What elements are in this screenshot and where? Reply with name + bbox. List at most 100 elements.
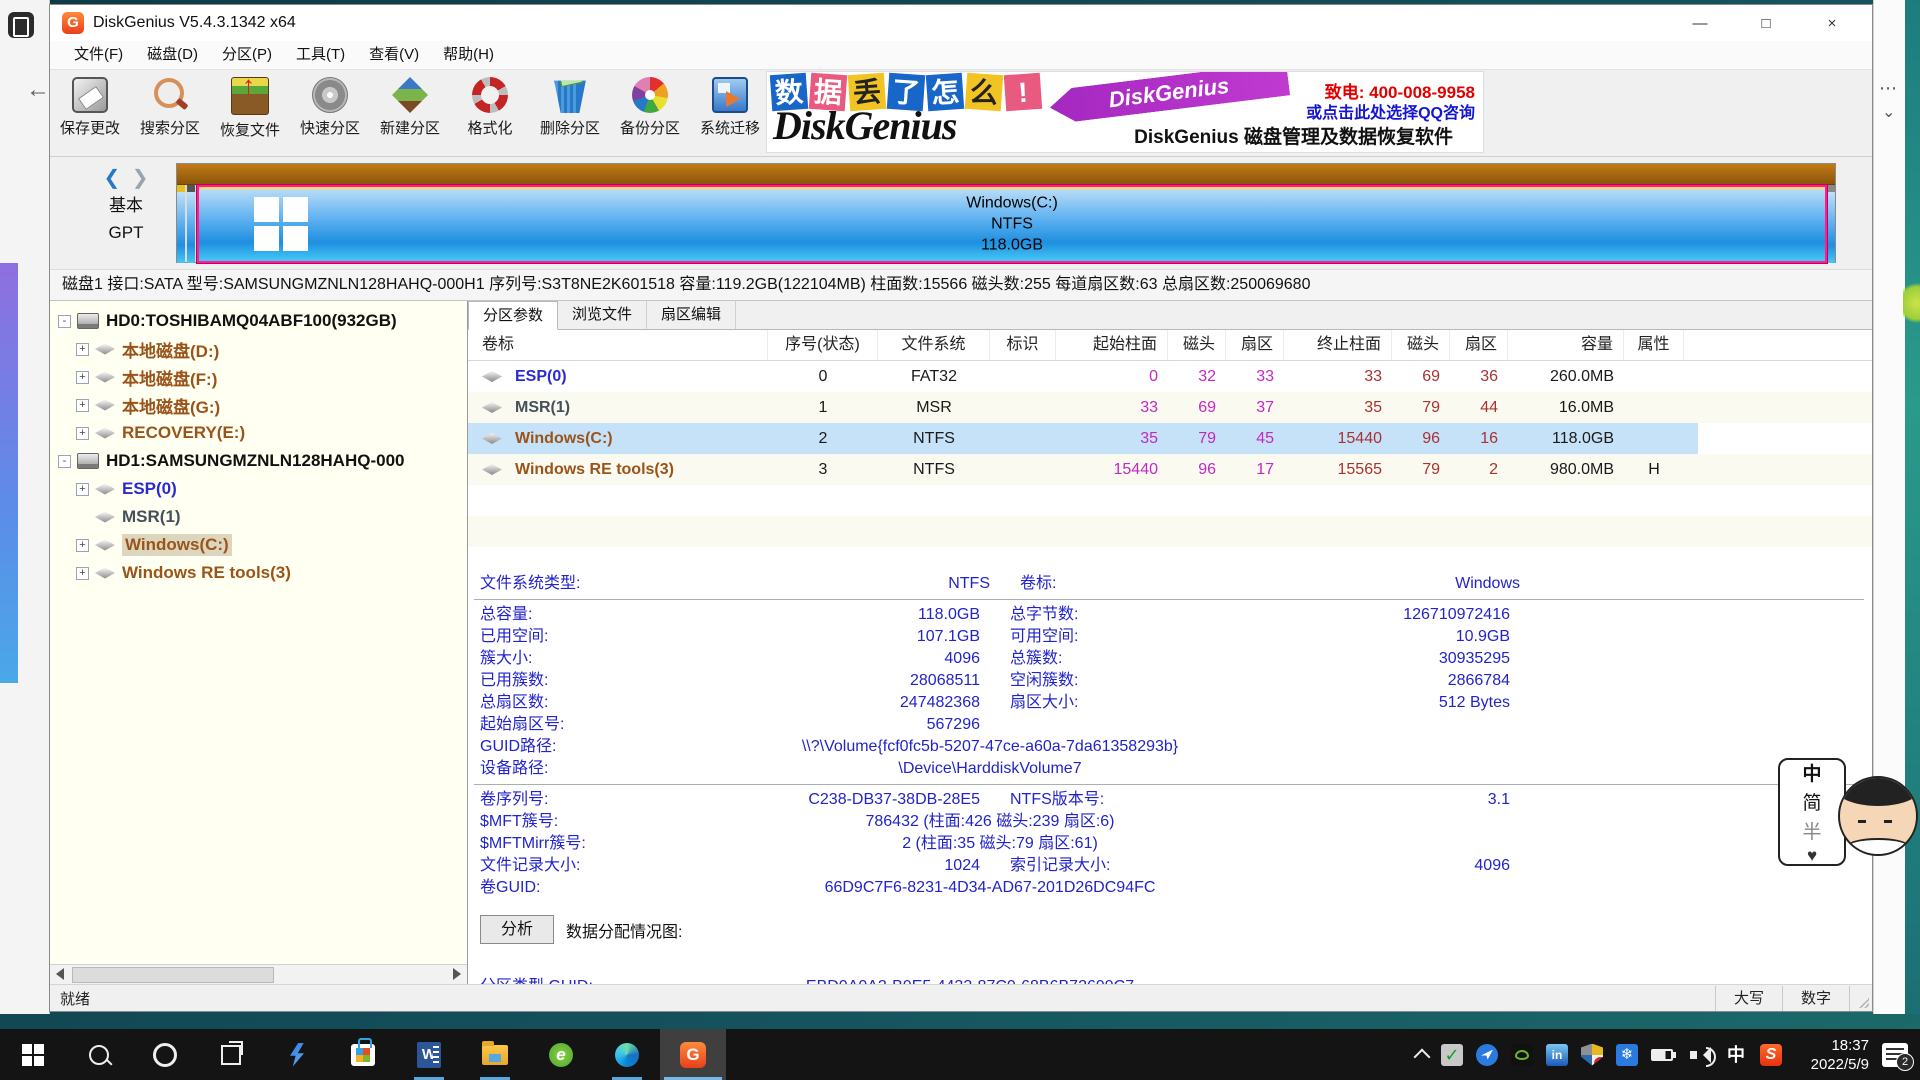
ime-mode-halfwidth[interactable]: 半 [1802,817,1821,844]
battery-icon[interactable] [1651,1044,1677,1066]
tree-item-recovery-e[interactable]: + RECOVERY(E:) [50,419,467,447]
tree-item-local-disk-f[interactable]: + 本地磁盘(F:) [50,363,467,391]
tree-item-local-disk-d[interactable]: + 本地磁盘(D:) [50,335,467,363]
tray-snowflake-icon[interactable]: ❄ [1616,1044,1638,1066]
expander-icon[interactable]: + [76,371,89,384]
column-header-start-sector[interactable]: 扇区 [1226,330,1284,360]
ime-indicator[interactable]: 中 [1725,1044,1747,1066]
taskbar-app-word[interactable]: W [396,1029,462,1080]
floating-ime-widget[interactable]: 中 简 半 ♥ [1778,758,1918,866]
ime-status-box[interactable]: 中 简 半 ♥ [1778,758,1846,866]
recover-files-button[interactable]: 恢复文件 [210,73,290,153]
taskbar-app-browser[interactable]: e [528,1029,594,1080]
menu-tools[interactable]: 工具(T) [284,41,357,69]
quick-partition-button[interactable]: 快速分区 [290,73,370,153]
expander-icon[interactable]: - [58,315,71,328]
menu-view[interactable]: 查看(V) [357,41,431,69]
maximize-button[interactable]: □ [1752,15,1780,32]
column-header-seq-status[interactable]: 序号(状态) [768,330,878,360]
expander-icon[interactable]: - [58,455,71,468]
taskbar-app-store[interactable] [330,1029,396,1080]
partition-block-windows-c[interactable]: Windows(C:) NTFS 118.0GB [197,185,1827,263]
scroll-right-arrow-icon[interactable] [453,968,461,980]
taskbar-app-flash[interactable] [264,1029,330,1080]
more-icon[interactable]: ⋯ [1879,78,1898,99]
taskbar-clock[interactable]: 18:37 2022/5/9 [1795,1036,1869,1074]
column-header-end-cylinder[interactable]: 终止柱面 [1284,330,1392,360]
column-header-start-head[interactable]: 磁头 [1168,330,1226,360]
tree-item-msr[interactable]: MSR(1) [50,503,467,531]
tree-item-hd1[interactable]: - HD1:SAMSUNGMZNLN128HAHQ-000 [50,447,467,475]
expander-icon[interactable]: + [76,539,89,552]
next-disk-arrow-icon[interactable]: ❯ [132,167,149,189]
mascot-face[interactable] [1838,776,1918,856]
ad-banner[interactable]: 数 据 丢 了 怎 么 ! DiskGenius DiskGenius 致电: … [766,71,1484,153]
tab-browse-files[interactable]: 浏览文件 [558,301,647,329]
ime-mode-chinese[interactable]: 中 [1802,759,1821,786]
format-button[interactable]: 格式化 [450,73,530,153]
resize-grip[interactable] [1849,986,1872,1011]
tab-partition-params[interactable]: 分区参数 [468,301,558,330]
tree-item-windows-c[interactable]: + Windows(C:) [50,531,467,559]
taskbar-app-diskgenius[interactable]: G [660,1029,726,1080]
table-row-msr[interactable]: MSR(1) 1 MSR 33 69 37 35 79 44 16.0MB [468,392,1872,423]
scroll-left-arrow-icon[interactable] [56,968,64,980]
search-partition-button[interactable]: 搜索分区 [130,73,210,153]
tree-item-windows-re-tools[interactable]: + Windows RE tools(3) [50,559,467,587]
table-row-windows-re-tools[interactable]: Windows RE tools(3) 3 NTFS 15440 96 17 1… [468,454,1872,485]
menu-partition[interactable]: 分区(P) [210,41,284,69]
column-header-capacity[interactable]: 容量 [1508,330,1624,360]
partition-block-re-tools[interactable] [1827,185,1835,263]
minimize-button[interactable]: — [1686,15,1714,32]
column-header-attr[interactable]: 属性 [1624,330,1684,360]
tree-horizontal-scrollbar[interactable] [50,964,467,984]
task-view-button[interactable] [198,1029,264,1080]
volume-icon[interactable] [1690,1044,1712,1066]
scrollbar-thumb[interactable] [72,967,274,983]
analyze-button[interactable]: 分析 [480,915,554,944]
menu-disk[interactable]: 磁盘(D) [135,41,210,69]
table-row-windows-c-selected[interactable]: Windows(C:) 2 NTFS 35 79 45 15440 96 16 … [468,423,1872,454]
partition-block-msr[interactable] [187,185,195,263]
start-button[interactable] [0,1029,66,1080]
column-header-start-cylinder[interactable]: 起始柱面 [1056,330,1168,360]
tray-expand-chevron-icon[interactable] [1414,1048,1431,1065]
tray-defender-icon[interactable] [1581,1044,1603,1066]
tree-item-hd0[interactable]: - HD0:TOSHIBAMQ04ABF100(932GB) [50,307,467,335]
expander-icon[interactable]: + [76,483,89,496]
ime-mode-simplified[interactable]: 简 [1802,788,1821,815]
notification-center-button[interactable]: 2 [1882,1043,1908,1067]
system-migration-button[interactable]: 系统迁移 [690,73,770,153]
expander-icon[interactable]: + [76,567,89,580]
tray-nvidia-icon[interactable] [1511,1044,1533,1066]
tree-item-esp[interactable]: + ESP(0) [50,475,467,503]
prev-disk-arrow-icon[interactable]: ❮ [103,167,120,189]
save-changes-button[interactable]: 保存更改 [50,73,130,153]
menu-help[interactable]: 帮助(H) [431,41,506,69]
back-arrow-icon[interactable]: ← [26,76,50,104]
banner-qq-link[interactable]: 或点击此处选择QQ咨询 [1306,99,1475,123]
column-header-filesystem[interactable]: 文件系统 [878,330,990,360]
heart-icon[interactable]: ♥ [1807,846,1817,866]
tray-check-icon[interactable]: ✓ [1441,1044,1463,1066]
taskbar-search-button[interactable] [66,1029,132,1080]
column-header-end-sector[interactable]: 扇区 [1450,330,1508,360]
column-header-volume[interactable]: 卷标 [468,330,768,360]
close-button[interactable]: × [1818,15,1846,32]
expander-icon[interactable]: + [76,399,89,412]
delete-partition-button[interactable]: 删除分区 [530,73,610,153]
tray-bird-icon[interactable] [1476,1044,1498,1066]
menu-file[interactable]: 文件(F) [62,41,135,69]
taskbar-app-file-explorer[interactable] [462,1029,528,1080]
expander-icon[interactable]: + [76,343,89,356]
partition-block-esp[interactable] [177,185,185,263]
backup-partition-button[interactable]: 备份分区 [610,73,690,153]
expander-icon[interactable]: + [76,427,89,440]
cortana-button[interactable] [132,1029,198,1080]
tree-item-local-disk-g[interactable]: + 本地磁盘(G:) [50,391,467,419]
tab-sector-edit[interactable]: 扇区编辑 [647,301,736,329]
table-row-esp[interactable]: ESP(0) 0 FAT32 0 32 33 33 69 36 260.0MB [468,361,1872,392]
collapse-icon[interactable]: ⌄ [1882,102,1895,122]
column-header-flag[interactable]: 标识 [990,330,1056,360]
taskbar-app-edge[interactable] [594,1029,660,1080]
